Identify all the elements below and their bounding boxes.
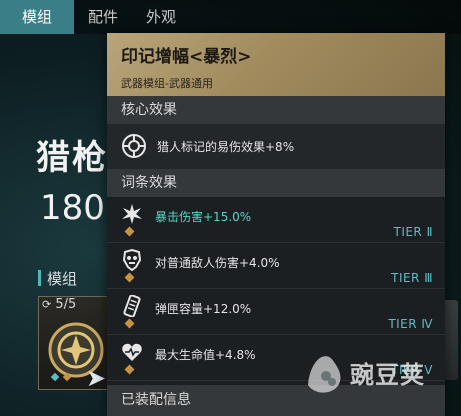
magazine-icon (123, 295, 141, 317)
perk-tier: TIER Ⅳ (388, 317, 433, 331)
core-effect-heading: 核心效果 (107, 96, 445, 124)
mod-count-value: 5/5 (55, 297, 77, 312)
perk-tier: TIER Ⅱ (393, 225, 433, 239)
tooltip-header: 印记增幅<暴烈> 武器模组-武器通用 (107, 33, 445, 96)
perks-heading: 词条效果 (107, 169, 445, 197)
explosion-icon (122, 204, 142, 224)
cycle-icon: ⟳ (42, 298, 52, 311)
core-effect-row: 猎人标记的易伤效果+8% (107, 124, 445, 169)
rarity-dot (124, 226, 135, 237)
perk-label: 对普通敌人伤害+4.0% (155, 256, 280, 270)
perk-row: 暴击伤害+15.0% TIER Ⅱ (107, 197, 445, 243)
tab-appearance[interactable]: 外观 (132, 0, 190, 34)
section-accent-bar (38, 270, 41, 286)
hunter-mark-icon (122, 134, 146, 158)
mouse-cursor-icon: ➤ (86, 364, 107, 392)
rarity-dot (124, 272, 135, 283)
rarity-dot (124, 318, 135, 329)
mods-section-label: 模组 (47, 270, 78, 288)
heart-icon (122, 343, 142, 361)
top-tab-bar: 模组 配件 外观 (0, 0, 461, 34)
tab-mods[interactable]: 模组 (0, 0, 75, 34)
watermark-text: 豌豆荚 (350, 361, 425, 389)
perk-row: 对普通敌人伤害+4.0% TIER Ⅲ (107, 243, 445, 289)
enemy-damage-icon (122, 249, 142, 271)
rarity-dot (124, 364, 135, 375)
mod-count: ⟳ 5/5 (42, 297, 76, 312)
tab-attachments[interactable]: 配件 (74, 0, 132, 34)
weapon-stat-value: 180 (40, 188, 105, 228)
perk-label: 最大生命值+4.8% (155, 348, 256, 362)
perk-label: 弹匣容量+12.0% (155, 302, 252, 316)
perk-tier: TIER Ⅲ (391, 271, 433, 285)
perk-label: 暴击伤害+15.0% (155, 210, 252, 224)
tooltip-subtitle: 武器模组-武器通用 (121, 77, 213, 90)
tooltip-title: 印记增幅<暴烈> (121, 47, 252, 67)
core-effect-text: 猎人标记的易伤效果+8% (157, 140, 295, 154)
perk-row: 弹匣容量+12.0% TIER Ⅳ (107, 289, 445, 335)
